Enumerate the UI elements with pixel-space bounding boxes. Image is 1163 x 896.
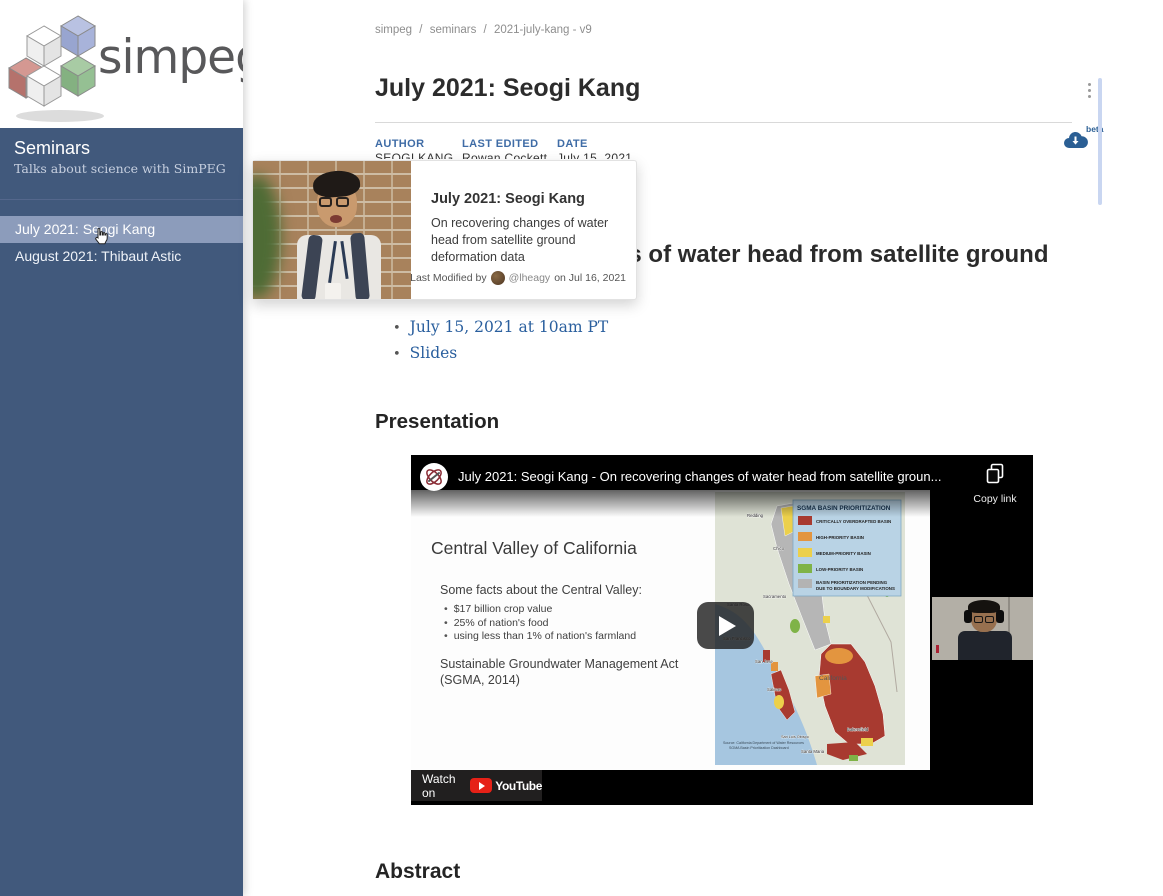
copy-link-label: Copy link [964,493,1026,505]
presenter-webcam [932,597,1033,660]
seminar-date-link[interactable]: July 15, 2021 at 10am PT [410,318,609,336]
video-title-bar: July 2021: Seogi Kang - On recovering ch… [411,455,1033,517]
divider [375,122,1072,123]
copy-icon [985,463,1005,485]
mouse-cursor-hand-icon [92,227,109,246]
slide-note: Sustainable Groundwater Management Act (… [440,656,678,688]
page: simpeg Seminars Talks about science with… [0,0,1163,896]
svg-text:Chico: Chico [773,546,785,551]
watch-on-youtube-button[interactable]: Watch on YouTube [411,770,542,801]
svg-text:San Luis Obispo: San Luis Obispo [781,735,809,739]
svg-text:SGMA Basin Prioritization Dash: SGMA Basin Prioritization Dashboard [729,746,789,750]
video-title[interactable]: July 2021: Seogi Kang - On recovering ch… [458,469,978,484]
slide-intro: Some facts about the Central Valley: [440,583,642,597]
sidebar-item-july-2021-seogi-kang[interactable]: July 2021: Seogi Kang [0,216,243,243]
svg-text:CRITICALLY OVERDRAFTED BASIN: CRITICALLY OVERDRAFTED BASIN [816,519,891,524]
svg-text:LOW-PRIORITY BASIN: LOW-PRIORITY BASIN [816,567,863,572]
play-button[interactable] [697,602,754,649]
play-icon [719,616,736,636]
more-options-kebab-icon[interactable] [1085,83,1093,101]
preview-modified: Last Modified by @lheagy on Jul 16, 2021 [410,271,626,285]
preview-card-body: July 2021: Seogi Kang On recovering chan… [411,161,636,299]
lheagy-avatar [491,271,505,285]
seminar-links: July 15, 2021 at 10am PT Slides [393,318,608,370]
column-last-edited: LAST EDITED [462,138,539,150]
copy-link-button[interactable]: Copy link [964,463,1026,505]
svg-text:Bakersfield: Bakersfield [847,727,869,732]
abstract-heading: Abstract [375,860,460,884]
logo-area: simpeg [0,0,243,128]
breadcrumb: simpeg / seminars / 2021-july-kang - v9 [375,24,596,36]
slide-title: Central Valley of California [431,538,637,559]
preview-title: July 2021: Seogi Kang [431,191,622,207]
column-author: AUTHOR [375,138,424,150]
svg-text:San Jose: San Jose [755,659,774,664]
slides-link[interactable]: Slides [410,344,458,362]
list-item: Slides [393,344,608,362]
svg-text:HIGH-PRIORITY BASIN: HIGH-PRIORITY BASIN [816,535,864,540]
sidebar-title: Seminars [14,138,90,159]
slide-facts: $17 billion crop value 25% of nation's f… [444,603,636,644]
sidebar-item-august-2021-thibaut-astic[interactable]: August 2021: Thibaut Astic [0,243,243,270]
svg-text:Santa Maria: Santa Maria [801,749,825,754]
breadcrumb-separator: / [484,24,487,36]
cloud-download-icon [1062,130,1090,152]
modified-date: on Jul 16, 2021 [554,272,626,284]
sidebar: simpeg Seminars Talks about science with… [0,0,243,896]
list-item: July 15, 2021 at 10am PT [393,318,608,336]
presentation-heading: Presentation [375,410,499,434]
breadcrumb-current[interactable]: 2021-july-kang - v9 [494,24,592,36]
scrollbar-thumb[interactable] [1098,78,1102,205]
svg-text:Sacramento: Sacramento [763,594,787,599]
channel-avatar-icon[interactable] [420,463,448,491]
last-edited-value: Rowan Cockett [462,151,547,159]
watch-on-label: Watch on [422,772,463,800]
author-value: SEOGI KANG [375,151,453,159]
breadcrumb-separator: / [419,24,422,36]
download-beta-button[interactable]: beta [1062,122,1110,156]
sidebar-divider [0,199,243,200]
youtube-embed[interactable]: Central Valley of California Some facts … [411,455,1033,805]
sidebar-subtitle: Talks about science with SimPEG [14,161,226,176]
svg-text:Source: California Department: Source: California Department of Water R… [723,741,804,745]
page-title: July 2021: Seogi Kang [375,74,640,103]
link-preview-card[interactable]: July 2021: Seogi Kang On recovering chan… [252,160,637,300]
column-date: DATE [557,138,588,150]
simpeg-wordmark: simpeg [98,30,243,85]
svg-text:BASIN PRIORITIZATION PENDING: BASIN PRIORITIZATION PENDING [816,580,888,585]
preview-description: On recovering changes of water head from… [431,215,622,266]
modified-user: @lheagy [509,272,551,284]
seogi-kang-photo [253,161,411,299]
svg-text:Salinas: Salinas [767,687,781,692]
youtube-logo-icon: YouTube [470,778,542,793]
date-value: July 15, 2021 [557,151,632,159]
svg-text:DUE TO BOUNDARY MODIFICATIONS: DUE TO BOUNDARY MODIFICATIONS [816,586,895,591]
svg-text:MEDIUM-PRIORITY BASIN: MEDIUM-PRIORITY BASIN [816,551,871,556]
breadcrumb-simpeg[interactable]: simpeg [375,24,412,36]
svg-text:California: California [819,675,847,682]
breadcrumb-seminars[interactable]: seminars [430,24,477,36]
